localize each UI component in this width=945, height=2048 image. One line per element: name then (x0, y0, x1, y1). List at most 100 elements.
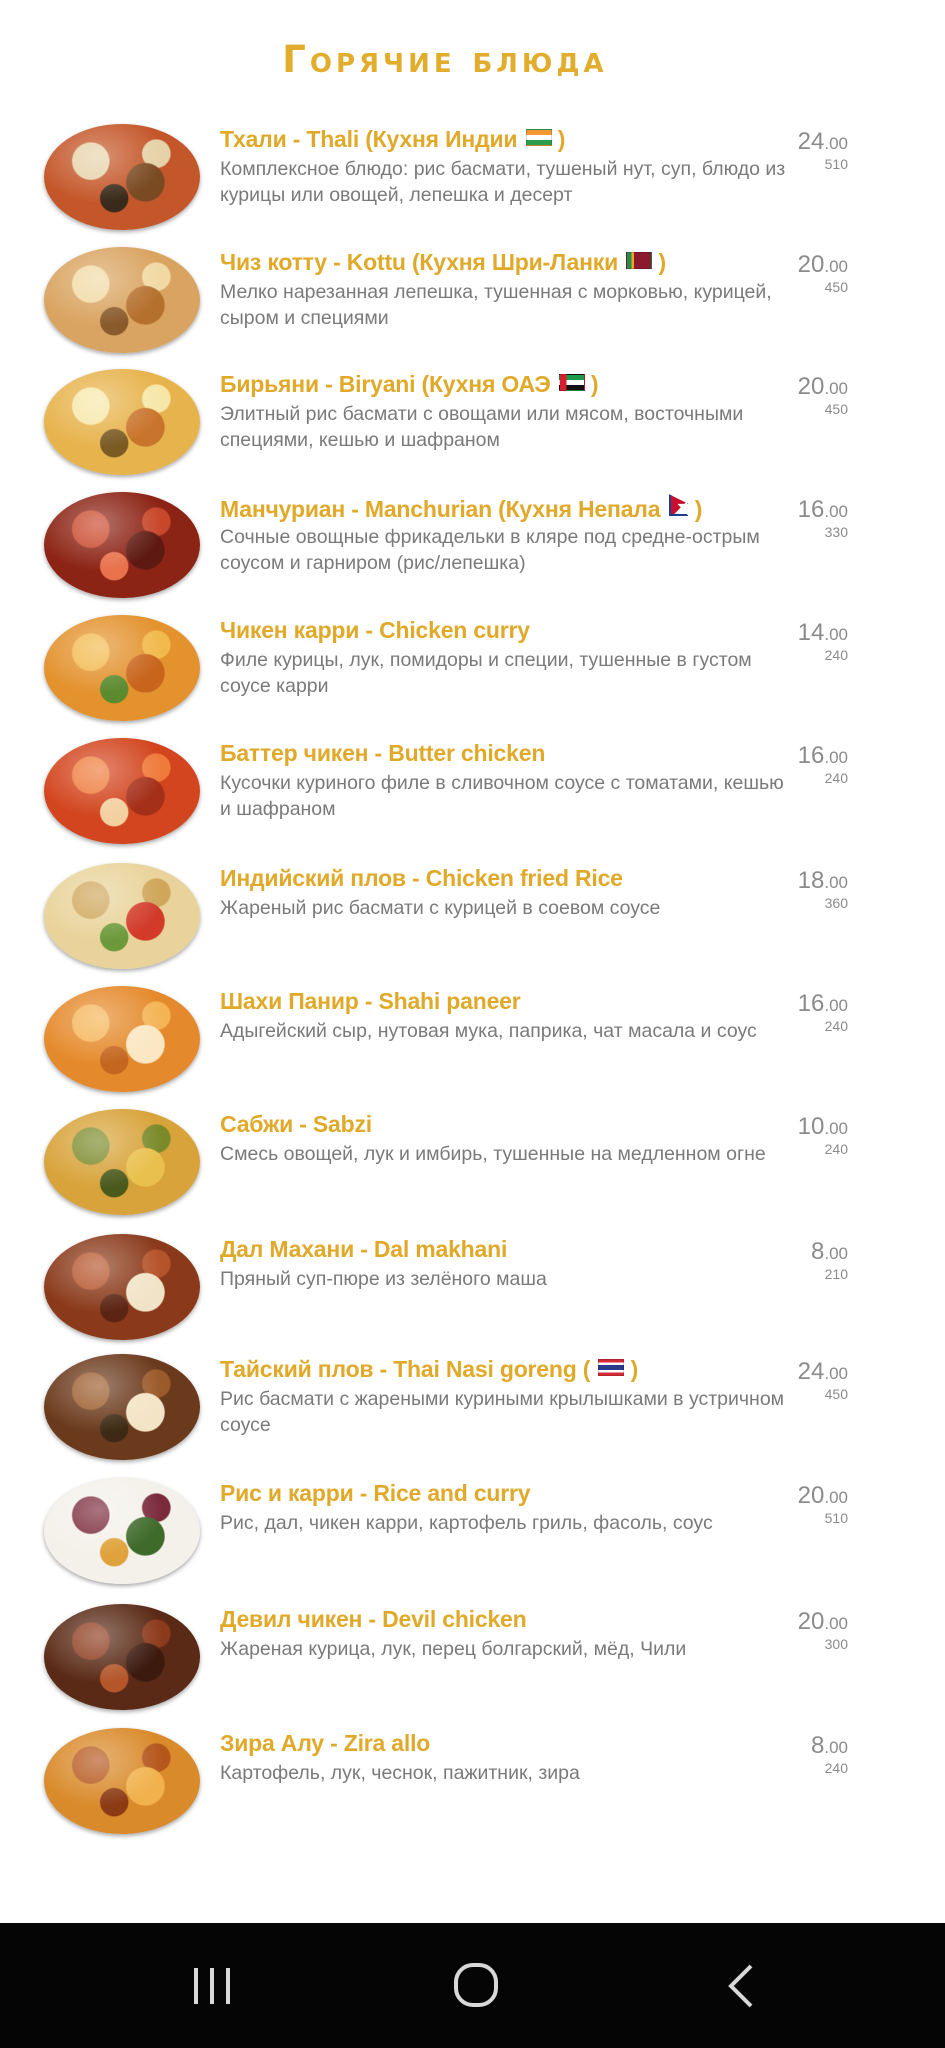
dish-weight: 240 (824, 1141, 848, 1157)
price-whole: 20 (797, 251, 825, 278)
nepal-flag-icon (668, 494, 689, 516)
price-whole: 20 (797, 1608, 825, 1635)
dish-photo (44, 369, 200, 475)
back-icon (728, 1964, 753, 2008)
dish-name: Девил чикен - Devil chicken (220, 1606, 780, 1633)
dish-name: Рис и карри - Rice and curry (220, 1480, 780, 1507)
price-cents: .00 (824, 1244, 848, 1263)
price-whole: 20 (797, 373, 825, 400)
dish-name-text: Тхали - Thali (Кухня Индии (220, 126, 518, 152)
dish-price: 20.00 (728, 1608, 848, 1636)
price-whole: 16 (797, 990, 825, 1017)
menu-item: Девил чикен - Devil chicken Жареная куриц… (0, 1602, 945, 1720)
dish-name-suffix: ) (590, 371, 599, 397)
dish-name: Тайский плов - Thai Nasi goreng ( ) (220, 1356, 780, 1383)
dish-name-text: Тайский плов - Thai Nasi goreng ( (220, 1356, 591, 1382)
price-whole: 8 (811, 1732, 825, 1759)
home-button[interactable] (431, 1959, 521, 2013)
price-cents: .00 (824, 1364, 848, 1383)
india-flag-icon (525, 129, 552, 146)
dish-name-text: Рис и карри - Rice and curry (220, 1480, 531, 1506)
menu-item: Зира Алу - Zira allo Картофель, лук, чесн… (0, 1726, 945, 1844)
dish-price: 24.00 (728, 128, 848, 156)
dish-name-text: Баттер чикен - Butter chicken (220, 740, 546, 766)
dish-name-text: Зира Алу - Zira allo (220, 1730, 431, 1756)
price-cents: .00 (824, 1119, 848, 1138)
dish-name-text: Шахи Панир - Shahi paneer (220, 988, 521, 1014)
menu-item: Манчуриан - Manchurian (Кухня Непала ) Со… (0, 490, 945, 608)
dish-name-suffix: ) (630, 1356, 639, 1382)
dish-weight: 240 (824, 1018, 848, 1034)
dish-name: Тхали - Thali (Кухня Индии ) (220, 126, 780, 153)
price-cents: .00 (824, 379, 848, 398)
dish-price: 20.00 (728, 251, 848, 279)
menu-item: Тайский плов - Thai Nasi goreng ( ) Рис б… (0, 1352, 945, 1470)
price-whole: 10 (797, 1113, 825, 1140)
dish-weight: 330 (824, 524, 848, 540)
dish-description: Рис басмати с жареными куриными крылышка… (220, 1388, 785, 1436)
price-cents: .00 (824, 748, 848, 767)
price-whole: 16 (797, 496, 825, 523)
price-cents: .00 (824, 1738, 848, 1757)
dish-price: 18.00 (728, 867, 848, 895)
dish-name: Индийский плов - Chicken fried Rice (220, 865, 780, 892)
dish-price: 24.00 (728, 1358, 848, 1386)
dish-price: 16.00 (728, 496, 848, 524)
menu-item: Чикен карри - Chicken curry Филе курицы, … (0, 613, 945, 731)
dish-weight: 360 (824, 895, 848, 911)
dish-weight: 510 (824, 156, 848, 172)
menu-item: Рис и карри - Rice and curry Рис, дал, чи… (0, 1476, 945, 1594)
dish-name-text: Индийский плов - Chicken fried Rice (220, 865, 623, 891)
price-cents: .00 (824, 134, 848, 153)
dish-price: 14.00 (728, 619, 848, 647)
price-whole: 18 (797, 867, 825, 894)
home-icon (454, 1963, 498, 2007)
dish-price: 16.00 (728, 990, 848, 1018)
dish-photo (44, 124, 200, 230)
dish-photo (44, 247, 200, 353)
dish-photo (44, 1109, 200, 1215)
menu-item: Дал Махани - Dal makhani Пряный суп-пюре … (0, 1232, 945, 1350)
dish-description: Адыгейский сыр, нутовая мука, паприка, ч… (220, 1020, 757, 1042)
dish-name: Бирьяни - Biryani (Кухня ОАЭ ) (220, 371, 780, 398)
dish-name-text: Чиз котту - Kottu (Кухня Шри-Ланки (220, 249, 619, 275)
dish-photo (44, 986, 200, 1092)
dish-name: Сабжи - Sabzi (220, 1111, 780, 1138)
dish-weight: 240 (824, 1760, 848, 1776)
dish-price: 10.00 (728, 1113, 848, 1141)
price-whole: 14 (797, 619, 825, 646)
dish-photo (44, 1604, 200, 1710)
dish-photo (44, 1728, 200, 1834)
menu-item: Чиз котту - Kottu (Кухня Шри-Ланки ) Мелк… (0, 245, 945, 363)
dish-name-text: Дал Махани - Dal makhani (220, 1236, 508, 1262)
recent-apps-button[interactable] (167, 1959, 257, 2013)
dish-price: 20.00 (728, 373, 848, 401)
menu-item: Тхали - Thali (Кухня Индии ) Комплексное … (0, 122, 945, 240)
dish-description: Смесь овощей, лук и имбирь, тушенные на … (220, 1143, 766, 1165)
dish-name-text: Чикен карри - Chicken curry (220, 617, 530, 643)
dish-description: Сочные овощные фрикадельки в кляре под с… (220, 526, 760, 574)
menu-item: Сабжи - Sabzi Смесь овощей, лук и имбирь,… (0, 1107, 945, 1225)
dish-name-text: Сабжи - Sabzi (220, 1111, 372, 1137)
dish-description: Рис, дал, чикен карри, картофель гриль, … (220, 1512, 713, 1534)
dish-description: Пряный суп-пюре из зелёного маша (220, 1268, 547, 1290)
dish-name: Зира Алу - Zira allo (220, 1730, 780, 1757)
recent-apps-icon (194, 1968, 230, 2004)
dish-weight: 210 (824, 1266, 848, 1282)
back-button[interactable] (695, 1959, 785, 2013)
dish-name: Манчуриан - Manchurian (Кухня Непала ) (220, 494, 780, 523)
price-cents: .00 (824, 996, 848, 1015)
price-whole: 16 (797, 742, 825, 769)
dish-photo (44, 1234, 200, 1340)
dish-description: Картофель, лук, чеснок, пажитник, зира (220, 1762, 580, 1784)
menu-item: Бирьяни - Biryani (Кухня ОАЭ ) Элитный ри… (0, 367, 945, 485)
price-whole: 24 (797, 128, 825, 155)
menu-item: Индийский плов - Chicken fried Rice Жарен… (0, 861, 945, 979)
dish-weight: 240 (824, 647, 848, 663)
dish-name-text: Бирьяни - Biryani (Кухня ОАЭ (220, 371, 551, 397)
dish-photo (44, 615, 200, 721)
price-cents: .00 (824, 1614, 848, 1633)
navigation-bar (0, 1923, 945, 2048)
dish-name-text: Девил чикен - Devil chicken (220, 1606, 527, 1632)
dish-photo (44, 492, 200, 598)
